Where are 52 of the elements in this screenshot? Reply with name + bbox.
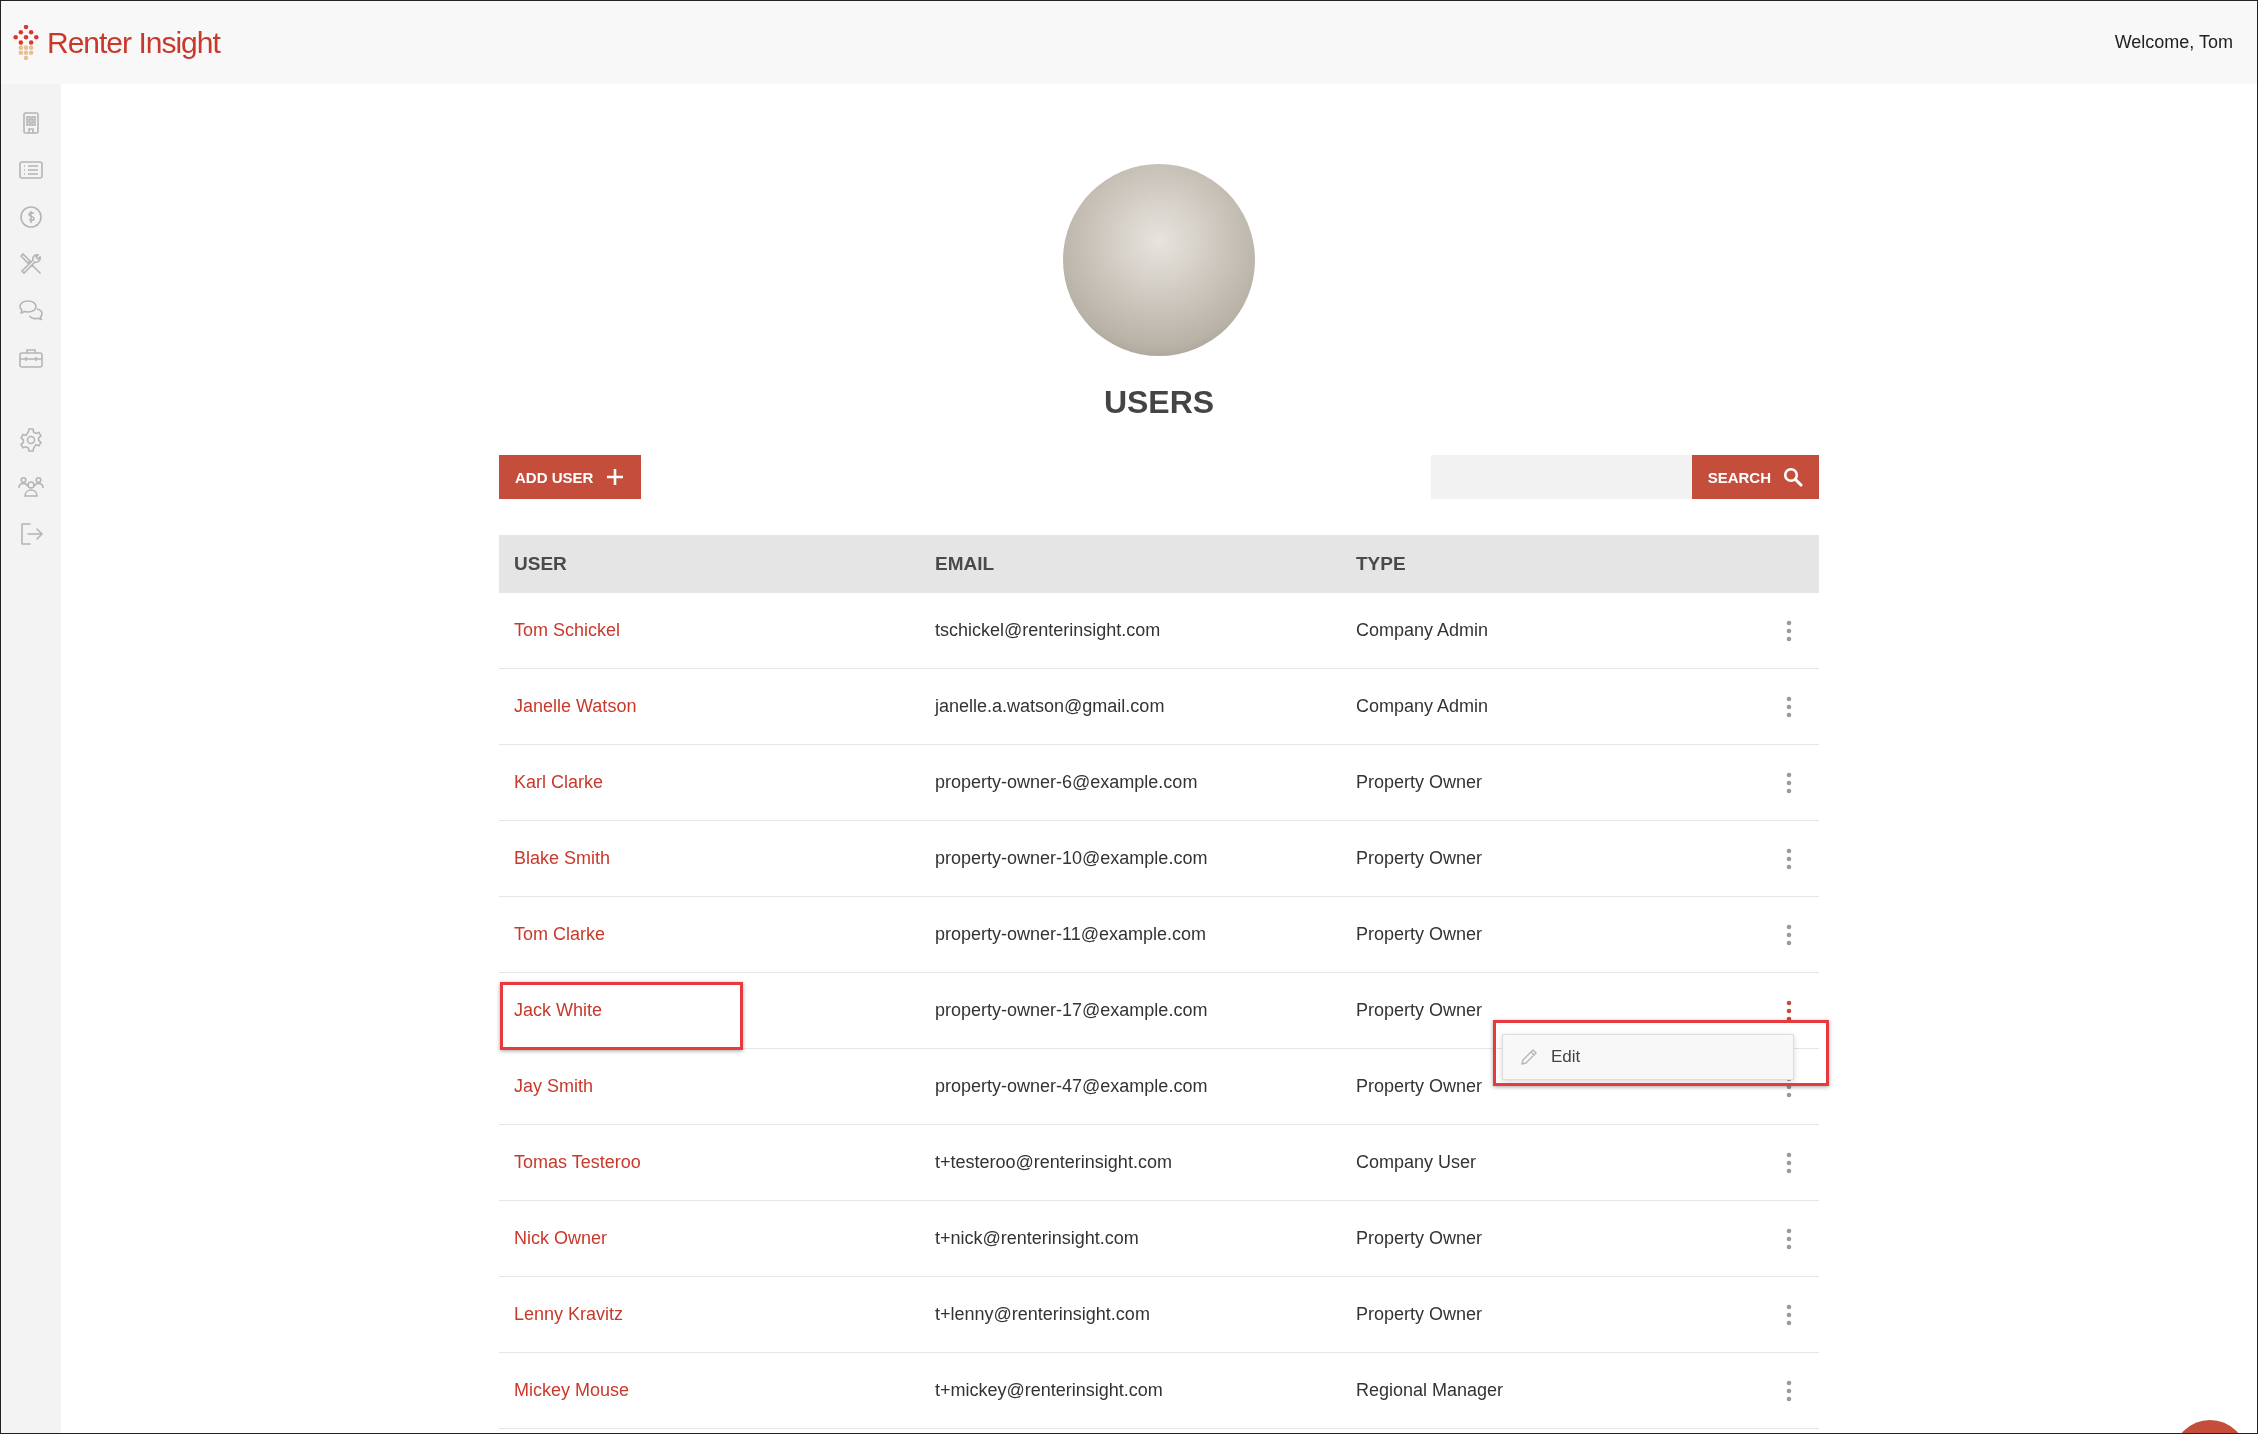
email-cell: property-owner-6@example.com: [935, 772, 1198, 793]
type-cell: Property Owner: [1356, 1000, 1483, 1021]
logout-icon[interactable]: [18, 521, 44, 547]
email-cell: t+nick@renterinsight.com: [935, 1228, 1139, 1249]
type-cell: Property Owner: [1356, 1076, 1483, 1097]
user-link[interactable]: Nick Owner: [514, 1228, 607, 1249]
user-link[interactable]: Tom Schickel: [514, 620, 621, 641]
column-header: TYPE: [1356, 553, 1407, 575]
dollar-icon[interactable]: [18, 204, 44, 230]
email-cell: property-owner-11@example.com: [935, 924, 1207, 945]
user-link[interactable]: Jack White: [514, 1000, 603, 1021]
column-header: EMAIL: [935, 553, 996, 575]
email-cell: tschickel@renterinsight.com: [935, 620, 1161, 641]
type-cell: Property Owner: [1356, 772, 1483, 793]
welcome-text: Welcome, Tom: [2114, 32, 2233, 53]
user-link[interactable]: Tomas Testeroo: [514, 1152, 641, 1173]
column-header: USER: [514, 553, 568, 575]
user-link[interactable]: Jay Smith: [514, 1076, 594, 1097]
type-cell: Company Admin: [1356, 696, 1489, 717]
type-cell: Property Owner: [1356, 848, 1483, 869]
type-cell: Company Admin: [1356, 620, 1489, 641]
page-title: USERS: [1103, 384, 1215, 421]
type-cell: Property Owner: [1356, 1228, 1483, 1249]
user-link[interactable]: Blake Smith: [514, 848, 611, 869]
type-cell: Property Owner: [1356, 1304, 1483, 1325]
user-link[interactable]: Janelle Watson: [514, 696, 637, 717]
logo-text: Renter Insight: [47, 25, 220, 60]
user-link[interactable]: Karl Clarke: [514, 772, 604, 793]
plus-icon: [605, 467, 626, 487]
email-cell: t+lenny@renterinsight.com: [935, 1304, 1150, 1325]
pencil-icon: [1519, 1047, 1539, 1067]
users-icon[interactable]: [18, 474, 44, 500]
tools-icon[interactable]: [18, 251, 44, 277]
settings-icon[interactable]: [18, 427, 44, 453]
search-button[interactable]: SEARCH: [1691, 455, 1819, 499]
email-cell: property-owner-47@example.com: [935, 1076, 1208, 1097]
user-link[interactable]: Tom Clarke: [514, 924, 606, 945]
email-cell: property-owner-17@example.com: [935, 1000, 1208, 1021]
email-cell: t+testeroo@renterinsight.com: [935, 1152, 1172, 1173]
type-cell: Company User: [1356, 1152, 1477, 1173]
user-link[interactable]: Mickey Mouse: [514, 1380, 630, 1401]
type-cell: Regional Manager: [1356, 1380, 1504, 1401]
email-cell: t+mickey@renterinsight.com: [935, 1380, 1163, 1401]
type-cell: Property Owner: [1356, 924, 1483, 945]
add-user-button[interactable]: ADD USER: [499, 455, 642, 499]
email-cell: janelle.a.watson@gmail.com: [935, 696, 1165, 717]
logo-icon: [13, 24, 39, 61]
search-field[interactable]: [1430, 455, 1692, 499]
edit-menu-item[interactable]: Edit: [1503, 1035, 1793, 1079]
user-link[interactable]: Lenny Kravitz: [514, 1304, 624, 1325]
email-cell: property-owner-10@example.com: [935, 848, 1208, 869]
search-icon: [1783, 467, 1803, 487]
